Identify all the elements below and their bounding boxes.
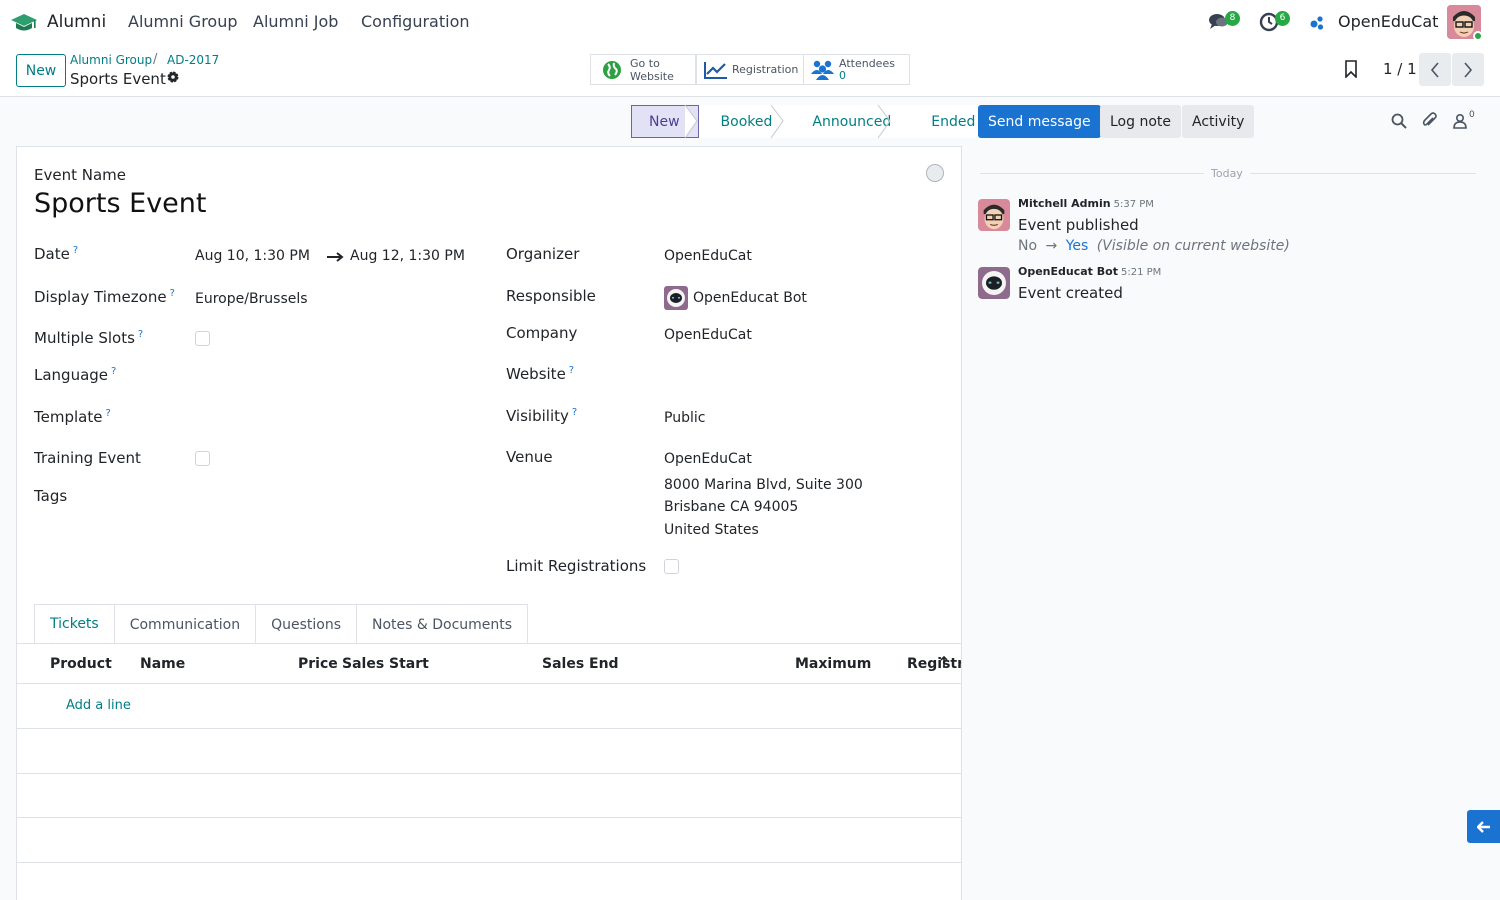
- bot-avatar-icon: [978, 267, 1010, 299]
- chevron-left-icon: [1430, 61, 1439, 78]
- multiple-slots-label: Multiple Slots?: [34, 329, 144, 347]
- responsible-label: Responsible: [506, 287, 596, 305]
- day-divider-label: Today: [1211, 167, 1243, 180]
- multiple-slots-checkbox[interactable]: [195, 331, 210, 346]
- col-maximum[interactable]: Maximum: [795, 656, 871, 672]
- tags-label: Tags: [34, 487, 68, 505]
- company-switcher[interactable]: OpenEduCat: [1338, 12, 1438, 31]
- tab-communication[interactable]: Communication: [113, 604, 257, 644]
- tracking-old-value: No: [1018, 238, 1038, 254]
- table-header-divider: [17, 683, 961, 684]
- responsible-field[interactable]: OpenEducat Bot: [693, 290, 807, 306]
- tracking-arrow-icon: →: [1045, 238, 1058, 254]
- visibility-field[interactable]: Public: [664, 410, 705, 426]
- website-label: Website?: [506, 365, 575, 383]
- venue-city: Brisbane CA 94005: [664, 499, 799, 515]
- tracking-field-name: (Visible on current website): [1096, 238, 1290, 254]
- send-message-button[interactable]: Send message: [978, 105, 1101, 138]
- kanban-state-toggle[interactable]: [926, 164, 944, 182]
- messages-button[interactable]: 8: [1208, 10, 1240, 36]
- timezone-label: Display Timezone?: [34, 288, 175, 306]
- pager-previous-button[interactable]: [1419, 53, 1451, 86]
- pager-value[interactable]: 1 / 1: [1383, 60, 1417, 78]
- organizer-label: Organizer: [506, 245, 580, 263]
- activities-badge: 6: [1275, 11, 1290, 26]
- table-row-line: [17, 728, 961, 729]
- col-price[interactable]: Price: [298, 656, 338, 672]
- venue-label: Venue: [506, 448, 553, 466]
- col-product[interactable]: Product: [50, 656, 112, 672]
- event-name-label: Event Name: [34, 166, 126, 184]
- message-time: 5:37 PM: [1113, 199, 1154, 210]
- activity-button[interactable]: Activity: [1182, 105, 1255, 138]
- bot-avatar-icon: [664, 286, 688, 310]
- message-author[interactable]: OpenEducat Bot 5:21 PM: [1018, 265, 1161, 278]
- tabs-divider: [17, 643, 961, 644]
- organizer-field[interactable]: OpenEduCat: [664, 248, 752, 264]
- chatter-toggle-button[interactable]: [1467, 810, 1500, 843]
- tracking-value: No → Yes (Visible on current website): [1018, 238, 1290, 254]
- venue-country: United States: [664, 522, 759, 538]
- message-body: Event created: [1018, 284, 1123, 302]
- table-row-line: [17, 862, 961, 863]
- event-name-field[interactable]: Sports Event: [34, 188, 206, 219]
- day-divider-right: [1250, 173, 1476, 174]
- venue-name[interactable]: OpenEduCat: [664, 451, 752, 467]
- company-field[interactable]: OpenEduCat: [664, 327, 752, 343]
- bookmark-icon[interactable]: [1343, 60, 1359, 78]
- col-registrations[interactable]: Registra: [907, 656, 961, 672]
- message-author[interactable]: Mitchell Admin 5:37 PM: [1018, 197, 1154, 210]
- online-status-dot: [1473, 31, 1483, 41]
- venue-street: 8000 Marina Blvd, Suite 300: [664, 477, 863, 493]
- follower-icon[interactable]: [1452, 112, 1470, 130]
- col-name[interactable]: Name: [140, 656, 185, 672]
- template-label: Template?: [34, 408, 111, 426]
- tracking-new-value: Yes: [1065, 238, 1089, 254]
- column-settings-icon[interactable]: [939, 656, 949, 668]
- date-label: Date?: [34, 245, 79, 263]
- tab-tickets[interactable]: Tickets: [34, 604, 115, 644]
- followers-count: 0: [1469, 110, 1475, 120]
- tab-questions[interactable]: Questions: [255, 604, 357, 644]
- limit-registrations-checkbox[interactable]: [664, 559, 679, 574]
- paperclip-icon[interactable]: [1420, 112, 1438, 130]
- form-sheet: Event Name Sports Event Date? Aug 10, 1:…: [16, 146, 962, 900]
- language-label: Language?: [34, 366, 117, 384]
- date-end-field[interactable]: Aug 12, 1:30 PM: [350, 248, 465, 264]
- arrow-right-icon: [327, 252, 344, 262]
- limit-registrations-label: Limit Registrations: [506, 557, 647, 575]
- message-time: 5:21 PM: [1120, 267, 1162, 278]
- user-face-icon: [978, 199, 1010, 231]
- tab-notes-documents[interactable]: Notes & Documents: [356, 604, 529, 644]
- table-row-line: [17, 817, 961, 818]
- multi-company-icon[interactable]: [1308, 14, 1326, 32]
- col-sales-end[interactable]: Sales End: [542, 656, 619, 672]
- notebook-tabs: Tickets Communication Questions Notes & …: [34, 604, 529, 644]
- chevron-right-icon: [1464, 61, 1473, 78]
- message-author-avatar[interactable]: [978, 199, 1010, 231]
- search-icon[interactable]: [1390, 112, 1408, 130]
- col-sales-start[interactable]: Sales Start: [342, 656, 429, 672]
- messages-badge: 8: [1225, 11, 1240, 26]
- training-event-label: Training Event: [34, 449, 141, 467]
- arrow-left-icon: [1476, 820, 1490, 833]
- day-divider-left: [980, 173, 1204, 174]
- date-start-field[interactable]: Aug 10, 1:30 PM: [195, 248, 310, 264]
- log-note-button[interactable]: Log note: [1100, 105, 1181, 138]
- activities-button[interactable]: 6: [1258, 10, 1290, 36]
- pager-next-button[interactable]: [1452, 53, 1484, 86]
- table-row-line: [17, 773, 961, 774]
- company-label: Company: [506, 324, 578, 342]
- status-separators: [684, 104, 891, 139]
- add-line-link[interactable]: Add a line: [66, 698, 131, 713]
- training-event-checkbox[interactable]: [195, 451, 210, 466]
- visibility-label: Visibility?: [506, 407, 578, 425]
- message-body: Event published: [1018, 216, 1139, 234]
- message-author-avatar[interactable]: [978, 267, 1010, 299]
- timezone-field[interactable]: Europe/Brussels: [195, 291, 308, 307]
